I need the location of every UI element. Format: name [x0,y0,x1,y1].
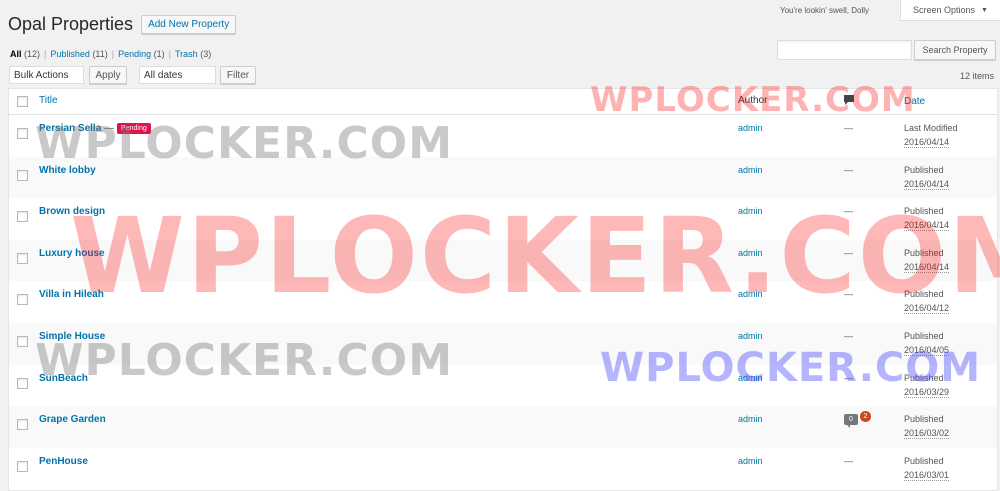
row-checkbox[interactable] [17,419,28,431]
date-value: 2016/03/29 [904,386,950,398]
no-comments: — [844,289,853,300]
date-status: Published [904,164,944,175]
author-link[interactable]: admin [738,248,763,258]
row-title-link[interactable]: SunBeach [39,373,88,384]
date-value: 2016/04/12 [904,303,950,315]
no-comments: — [844,455,853,466]
row-title-link[interactable]: Luxury house [39,248,105,259]
table-row: White lobby admin — Published 2016/04/14 [9,156,997,199]
caret-down-icon: ▼ [981,6,988,14]
author-link[interactable]: admin [738,373,763,383]
row-checkbox[interactable] [17,211,28,223]
date-value: 2016/04/14 [904,137,950,148]
row-title-link[interactable]: Persian Sella [39,123,101,134]
date-status: Published [904,289,944,300]
table-row: Villa in Hileah admin — Published 2016/04… [9,281,997,323]
date-status: Published [904,414,944,425]
view-trash[interactable]: Trash (3) [175,49,211,59]
date-value: 2016/04/14 [904,220,950,232]
row-checkbox[interactable] [17,128,28,139]
comment-bubble-icon: 0 [844,414,858,429]
author-link[interactable]: admin [738,206,763,216]
select-all-checkbox[interactable] [17,96,28,107]
pending-comments-badge: 2 [859,410,872,424]
date-value: 2016/03/02 [904,428,950,440]
pending-badge: Pending [117,123,151,134]
table-row: SunBeach admin — Published 2016/03/29 [9,365,997,407]
date-value: 2016/04/14 [904,178,950,190]
table-row: Grape Garden admin 0 2 Published 2016/03/… [9,406,997,448]
comment-count[interactable]: 0 2 [844,410,872,429]
view-all[interactable]: All (12) [10,49,40,59]
row-checkbox[interactable] [17,377,28,389]
screen-options-button[interactable]: Screen Options ▼ [900,0,1000,21]
no-comments: — [844,330,853,341]
date-status: Published [904,372,944,383]
table-header: Title Author Date [9,89,997,115]
row-title-link[interactable]: Brown design [39,206,105,217]
apply-button[interactable]: Apply [89,66,127,84]
row-checkbox[interactable] [17,294,28,306]
no-comments: — [844,206,853,217]
table-row: Brown design admin — Published 2016/04/14 [9,198,997,240]
dates-select[interactable]: All dates [139,66,216,84]
no-comments: — [844,164,853,175]
column-title[interactable]: Title [39,95,58,106]
no-comments: — [844,247,853,258]
table-row: Simple House admin — Published 2016/04/05 [9,322,997,365]
properties-table: Title Author Date Persian Sella — Pending… [8,88,998,491]
row-title-link[interactable]: Simple House [39,331,105,342]
filter-button[interactable]: Filter [220,66,256,84]
date-value: 2016/04/05 [904,344,950,356]
author-link[interactable]: admin [738,456,763,466]
table-row: Persian Sella — Pending admin — Last Modi… [9,115,997,157]
author-link[interactable]: admin [738,123,763,133]
column-date[interactable]: Date [904,95,925,109]
status-views: All (12) | Published (11) | Pending (1) | Tras… [10,49,212,59]
author-link[interactable]: admin [738,331,763,341]
screen-options-label: Screen Options [913,5,976,15]
bulk-actions-select[interactable]: Bulk Actions [9,66,84,84]
row-checkbox[interactable] [17,252,28,264]
add-new-property-button[interactable]: Add New Property [141,15,237,34]
row-title-link[interactable]: White lobby [39,165,96,176]
row-title-link[interactable]: Grape Garden [39,414,106,425]
title-separator: — [101,123,115,134]
date-status: Published [904,247,944,258]
author-link[interactable]: admin [738,414,763,424]
page-title: Opal Properties [8,14,134,34]
table-row: Luxury house admin — Published 2016/04/14 [9,239,997,282]
column-author: Author [738,95,768,106]
table-row: PenHouse admin — Published 2016/03/01 [9,448,997,490]
view-published[interactable]: Published (11) [50,49,107,59]
row-checkbox[interactable] [17,460,28,472]
date-status: Published [904,330,944,341]
comments-column-icon[interactable] [844,95,854,108]
title-area: Opal Properties Add New Property [8,14,237,35]
items-count: 12 items [960,71,995,81]
author-link[interactable]: admin [738,289,763,299]
view-pending[interactable]: Pending (1) [118,49,165,59]
date-value: 2016/04/14 [904,261,950,273]
row-title-link[interactable]: PenHouse [39,456,88,467]
no-comments: — [844,372,853,383]
row-title-link[interactable]: Villa in Hileah [39,289,104,300]
date-status: Published [904,206,944,217]
row-checkbox[interactable] [17,335,28,347]
row-checkbox[interactable] [17,169,28,181]
howdy-message: You're lookin' swell, Dolly [780,6,870,15]
date-status: Published [904,455,944,466]
date-status: Last Modified [904,123,958,133]
author-link[interactable]: admin [738,165,763,175]
date-value: 2016/03/01 [904,469,950,481]
no-comments: — [844,123,853,133]
search-property-button[interactable]: Search Property [914,40,996,60]
search-input[interactable] [777,40,912,60]
